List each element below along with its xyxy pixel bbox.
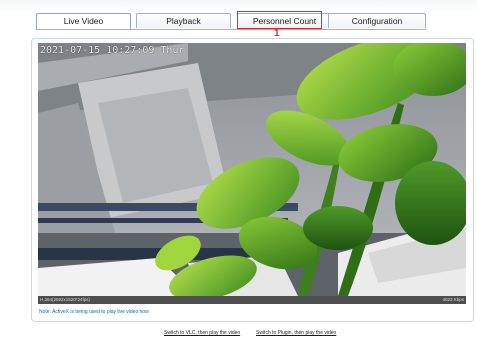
tab-underline <box>36 29 426 30</box>
player-switch-links: Switch to VLC, then play the video Switc… <box>0 329 477 337</box>
tab-playback[interactable]: Playback <box>136 13 231 28</box>
stream-info-label: H.264(2592x1520*24fps) <box>40 297 91 302</box>
annotation-highlight-box <box>237 11 322 29</box>
video-status-bar: H.264(2592x1520*24fps) 4023 Kbps <box>38 296 466 304</box>
tab-live-video[interactable]: Live Video <box>36 13 131 30</box>
bitrate-label: 4023 Kbps <box>442 297 464 302</box>
switch-to-vlc-link[interactable]: Switch to VLC, then play the video <box>164 330 240 336</box>
tab-configuration[interactable]: Configuration <box>328 13 426 28</box>
camera-scene-image <box>38 43 466 296</box>
activex-note: Note: ActiveX is being used to play live… <box>39 309 149 315</box>
live-video-view[interactable]: 2021-07-15 10:27:09 Thur <box>38 43 466 296</box>
main-tab-bar: Live Video Playback Personnel Count Conf… <box>36 13 426 30</box>
switch-to-plugin-link[interactable]: Switch to Plugin, then play the video <box>256 330 336 336</box>
video-timestamp-overlay: 2021-07-15 10:27:09 Thur <box>40 45 185 56</box>
